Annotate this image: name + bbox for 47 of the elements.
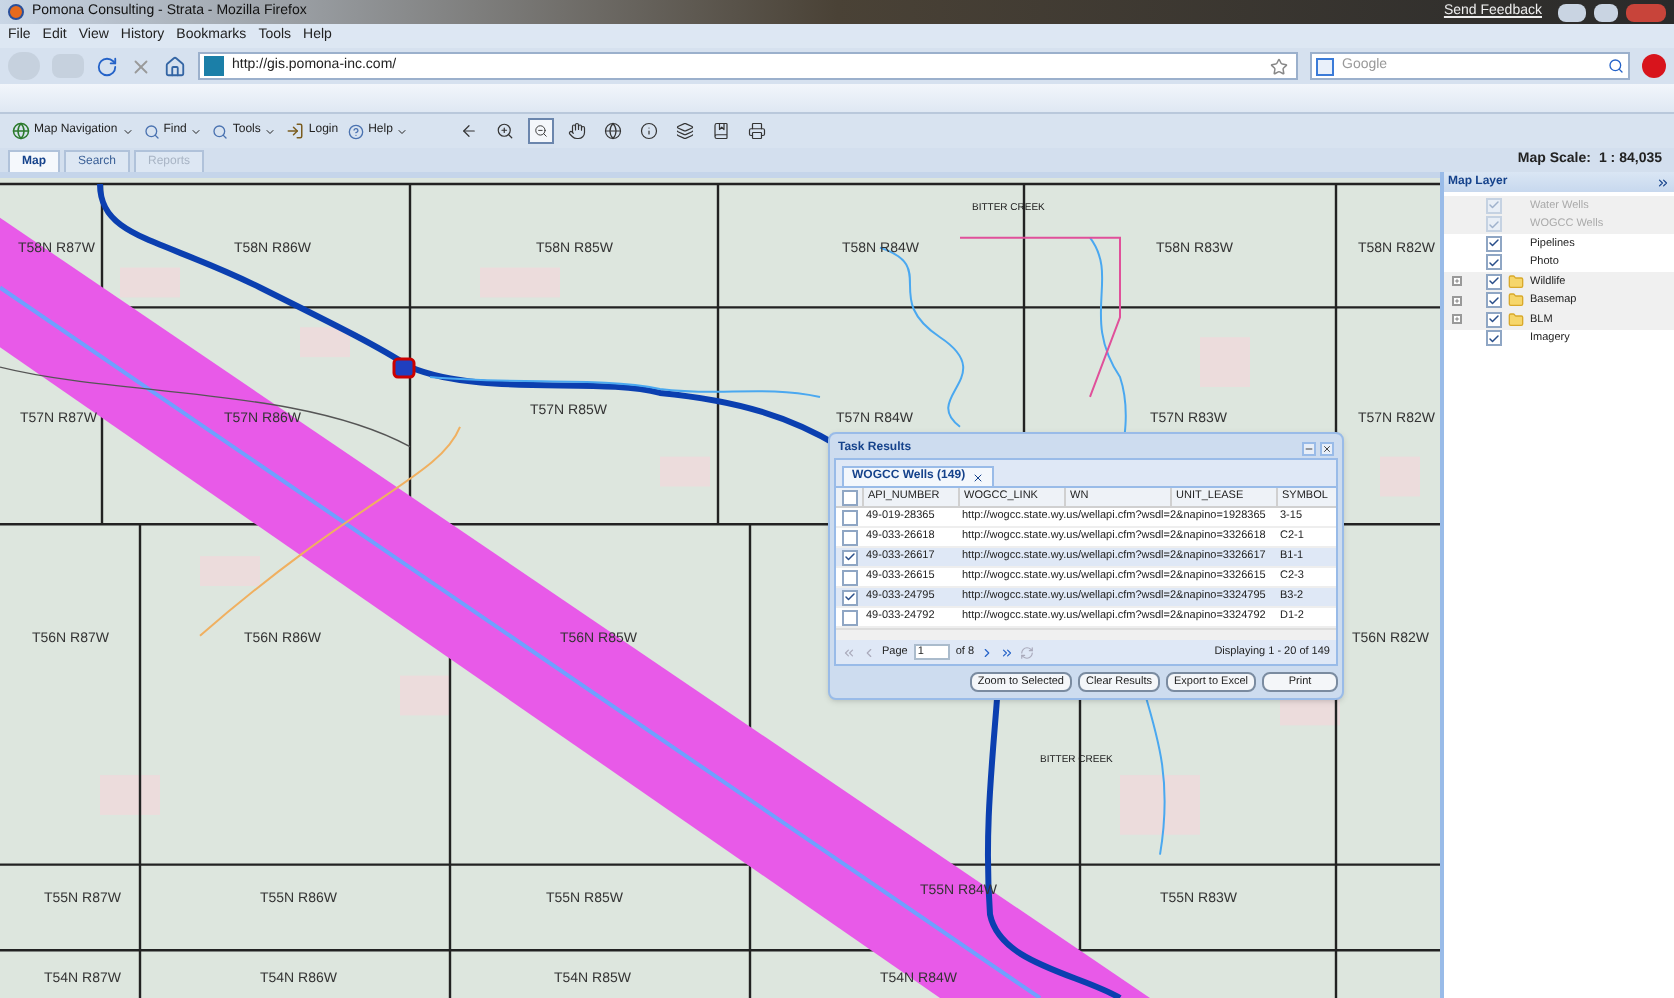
collapse-icon[interactable] xyxy=(1656,175,1670,189)
checkbox[interactable] xyxy=(1486,311,1502,328)
checkbox[interactable] xyxy=(841,509,857,525)
info-tool[interactable] xyxy=(636,118,663,144)
expand-icon[interactable] xyxy=(1451,295,1461,306)
dropdown-caret-icon[interactable] xyxy=(396,125,409,137)
reload-icon[interactable] xyxy=(96,55,118,77)
checkbox[interactable] xyxy=(1486,254,1502,271)
checkbox[interactable] xyxy=(841,569,857,585)
minimize-button[interactable] xyxy=(1558,3,1586,21)
close-icon[interactable] xyxy=(971,471,984,483)
print-tool[interactable] xyxy=(744,118,771,144)
globe-icon xyxy=(12,122,30,140)
zoom-out-tool[interactable] xyxy=(528,118,555,144)
checkbox[interactable] xyxy=(1486,292,1502,309)
search-icon xyxy=(143,123,160,139)
site-logo-icon xyxy=(204,56,224,76)
search-engine-icon[interactable] xyxy=(1316,57,1334,75)
search-icon[interactable] xyxy=(1608,58,1624,74)
expand-icon[interactable] xyxy=(1451,314,1461,325)
checkbox[interactable] xyxy=(841,529,857,545)
layers-tool[interactable] xyxy=(672,118,699,144)
login-icon xyxy=(286,122,305,140)
horizontal-scrollbar[interactable] xyxy=(836,628,1336,640)
browser-logo-icon xyxy=(8,4,24,20)
last-page-icon[interactable] xyxy=(1000,645,1015,659)
dropdown-caret-icon[interactable] xyxy=(264,125,277,137)
close-icon[interactable] xyxy=(1320,441,1334,455)
checkbox[interactable] xyxy=(1486,330,1502,347)
dropdown-caret-icon[interactable] xyxy=(190,125,203,137)
maximize-button[interactable] xyxy=(1594,3,1618,21)
help-icon xyxy=(348,123,365,139)
checkbox[interactable] xyxy=(841,589,857,605)
checkbox[interactable] xyxy=(1486,235,1502,252)
home-icon[interactable] xyxy=(164,55,186,77)
search-icon xyxy=(212,123,229,139)
dropdown-caret-icon[interactable] xyxy=(121,125,134,137)
checkbox[interactable] xyxy=(841,489,857,505)
bookmark-star-icon[interactable] xyxy=(1270,57,1288,75)
checkbox[interactable] xyxy=(841,549,857,565)
expand-icon[interactable] xyxy=(1451,276,1461,287)
checkbox[interactable] xyxy=(1486,273,1502,290)
checkbox[interactable] xyxy=(841,609,857,625)
stop-icon[interactable] xyxy=(130,55,152,77)
next-page-icon[interactable] xyxy=(980,645,995,659)
globe-tool[interactable] xyxy=(600,118,627,144)
pan-tool[interactable] xyxy=(564,118,591,144)
